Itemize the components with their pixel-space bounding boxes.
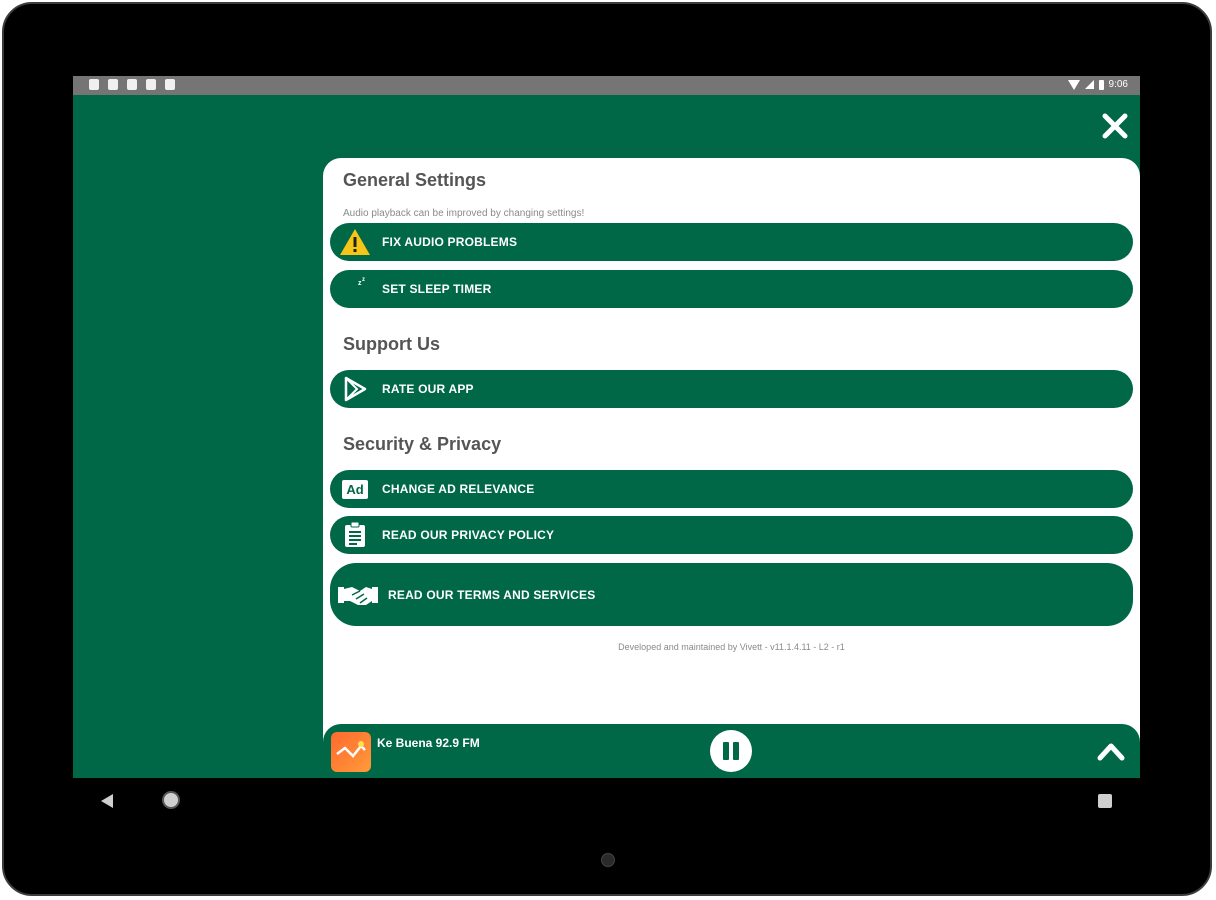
- clipboard-icon: [338, 520, 372, 550]
- ad-icon: Ad: [338, 474, 372, 504]
- privacy-policy-button[interactable]: READ OUR PRIVACY POLICY: [330, 516, 1133, 554]
- mini-player[interactable]: Ke Buena 92.9 FM: [323, 724, 1140, 778]
- warning-icon: [338, 227, 372, 257]
- pause-icon: [723, 742, 729, 760]
- pause-icon: [733, 742, 739, 760]
- ad-relevance-button[interactable]: Ad CHANGE AD RELEVANCE: [330, 470, 1133, 508]
- notification-icon: [89, 79, 99, 90]
- sleep-timer-label: SET SLEEP TIMER: [382, 282, 492, 296]
- play-store-icon: [338, 374, 372, 404]
- rate-app-label: RATE OUR APP: [382, 382, 474, 396]
- battery-icon: [1098, 79, 1104, 90]
- fix-audio-label: FIX AUDIO PROBLEMS: [382, 235, 518, 249]
- rate-app-button[interactable]: RATE OUR APP: [330, 370, 1133, 408]
- privacy-policy-label: READ OUR PRIVACY POLICY: [382, 528, 555, 542]
- ad-relevance-label: CHANGE AD RELEVANCE: [382, 482, 535, 496]
- section-title-security: Security & Privacy: [343, 434, 502, 454]
- notification-icon: [108, 79, 118, 90]
- ad-badge: Ad: [342, 479, 368, 499]
- chevron-up-icon: [1097, 743, 1125, 761]
- handshake-icon: [338, 580, 378, 610]
- pause-button[interactable]: [710, 730, 752, 772]
- terms-button[interactable]: READ OUR TERMS AND SERVICES: [330, 563, 1133, 626]
- nav-recents-button[interactable]: [1098, 794, 1112, 808]
- front-camera: [601, 853, 615, 867]
- nav-home-button[interactable]: [162, 791, 180, 809]
- station-logo: [331, 732, 371, 772]
- status-time: 9:06: [1108, 79, 1128, 90]
- notification-icon: [146, 79, 156, 90]
- fix-audio-button[interactable]: FIX AUDIO PROBLEMS: [330, 223, 1133, 261]
- sleep-timer-button[interactable]: zz SET SLEEP TIMER: [330, 270, 1133, 308]
- section-title-general: General Settings: [343, 170, 487, 190]
- notification-icons: [89, 79, 175, 90]
- wifi-icon: [1067, 79, 1080, 90]
- app-screen: 9:06 General Settings Audio playback can…: [73, 76, 1140, 778]
- general-subtitle: Audio playback can be improved by changi…: [343, 208, 585, 219]
- notification-icon: [127, 79, 137, 90]
- settings-panel: General Settings Audio playback can be i…: [323, 158, 1140, 778]
- developer-credit: Developed and maintained by Vivett - v11…: [618, 642, 845, 652]
- signal-icon: [1084, 80, 1094, 89]
- svg-text:z: z: [362, 277, 365, 283]
- close-button[interactable]: [1099, 112, 1131, 144]
- close-icon: [1102, 113, 1128, 139]
- station-name: Ke Buena 92.9 FM: [377, 736, 480, 750]
- system-nav-bar: [73, 778, 1140, 824]
- terms-label: READ OUR TERMS AND SERVICES: [388, 587, 596, 602]
- expand-player-button[interactable]: [1095, 736, 1127, 766]
- section-title-support: Support Us: [343, 334, 440, 354]
- notification-icon: [165, 79, 175, 90]
- nav-back-button[interactable]: [101, 794, 113, 808]
- status-bar: 9:06: [73, 76, 1140, 95]
- sleep-moon-icon: zz: [338, 274, 372, 304]
